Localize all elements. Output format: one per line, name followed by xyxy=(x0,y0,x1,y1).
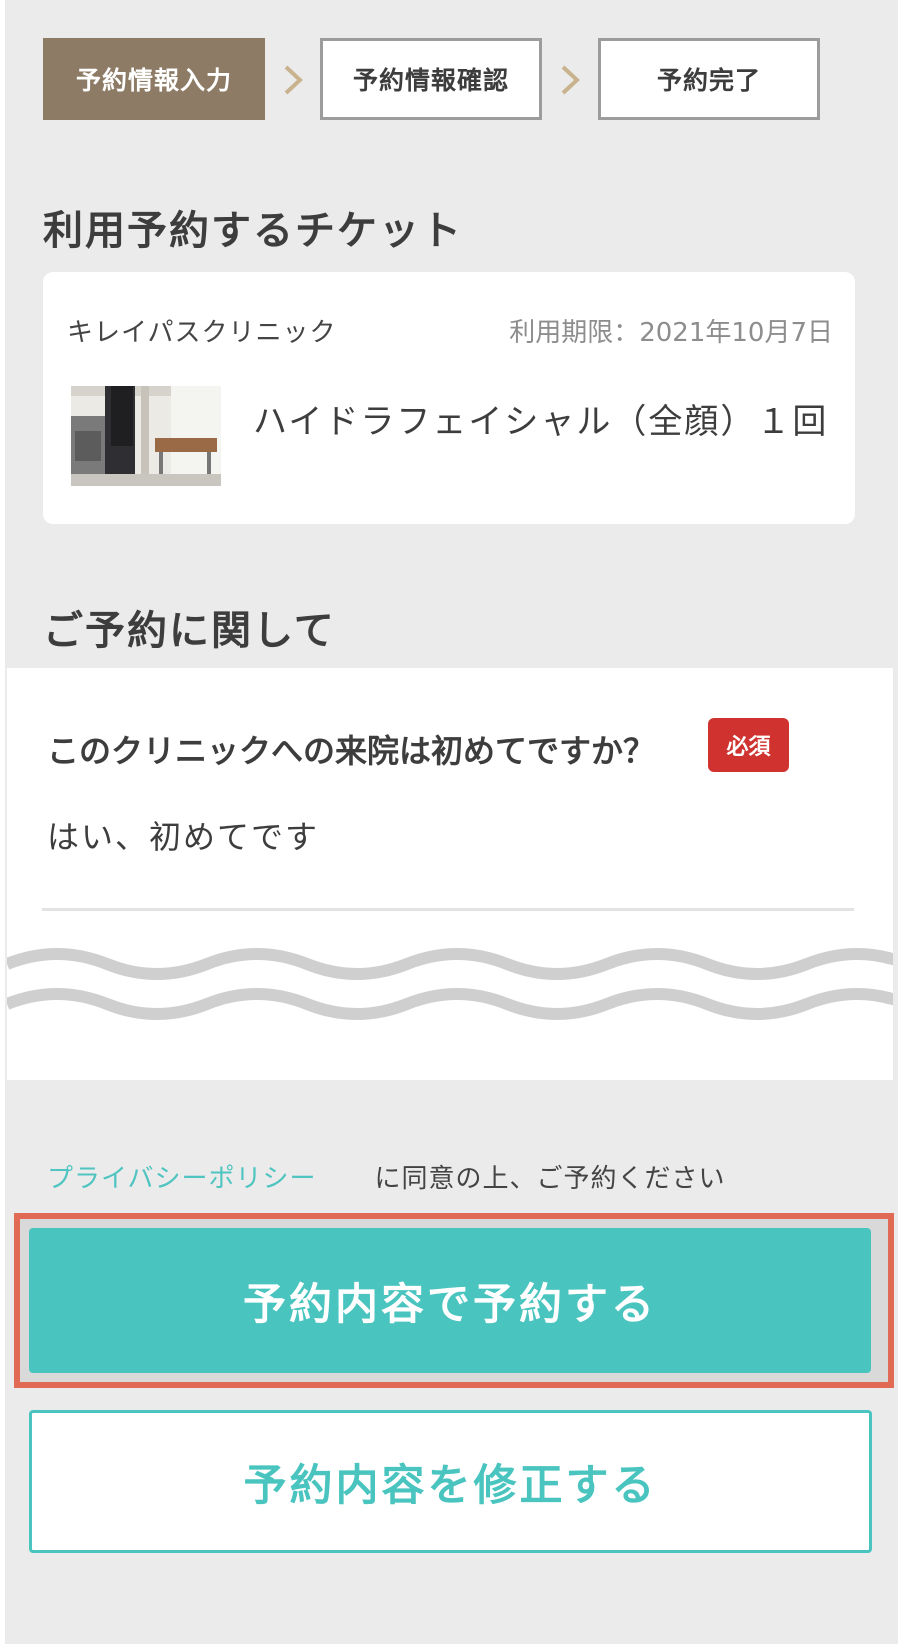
ticket-section-title: 利用予約するチケット xyxy=(43,208,463,254)
privacy-policy-link[interactable]: プライバシーポリシー xyxy=(47,1164,316,1194)
reservation-page: 予約情報入力 予約情報確認 予約完了 利用予約するチケット キレイパスクリニック… xyxy=(5,0,898,1644)
chevron-right-icon xyxy=(284,65,303,95)
omission-wave-icon xyxy=(7,948,893,1020)
reservation-section-title: ご予約に関して xyxy=(43,608,336,654)
consent-text: プライバシーポリシー に同意の上、ご予約ください xyxy=(47,1158,726,1195)
confirm-reservation-button[interactable]: 予約内容で予約する xyxy=(29,1228,871,1373)
ticket-card: キレイパスクリニック 利用期限：2021年10月7日 ハイドラフェイシャル（全顔… xyxy=(43,272,855,524)
reservation-form: このクリニックへの来院は初めてですか？ 必須 はい、初めてです xyxy=(7,668,893,1080)
step-confirm: 予約情報確認 xyxy=(320,38,542,120)
step-complete: 予約完了 xyxy=(598,38,820,120)
ticket-name: ハイドラフェイシャル（全顔）１回 xyxy=(253,402,829,442)
step-input: 予約情報入力 xyxy=(43,38,265,120)
divider xyxy=(42,908,854,911)
required-badge: 必須 xyxy=(708,718,789,772)
first-visit-answer: はい、初めてです xyxy=(47,818,320,856)
clinic-name: キレイパスクリニック xyxy=(67,318,337,348)
chevron-right-icon xyxy=(561,65,580,95)
step-indicator: 予約情報入力 予約情報確認 予約完了 xyxy=(43,38,859,126)
edit-reservation-button[interactable]: 予約内容を修正する xyxy=(29,1410,872,1553)
ticket-thumbnail xyxy=(71,386,221,486)
first-visit-question: このクリニックへの来院は初めてですか？ xyxy=(47,732,656,770)
consent-label: に同意の上、ご予約ください xyxy=(374,1164,726,1194)
expiry-date: 利用期限：2021年10月7日 xyxy=(509,318,833,348)
